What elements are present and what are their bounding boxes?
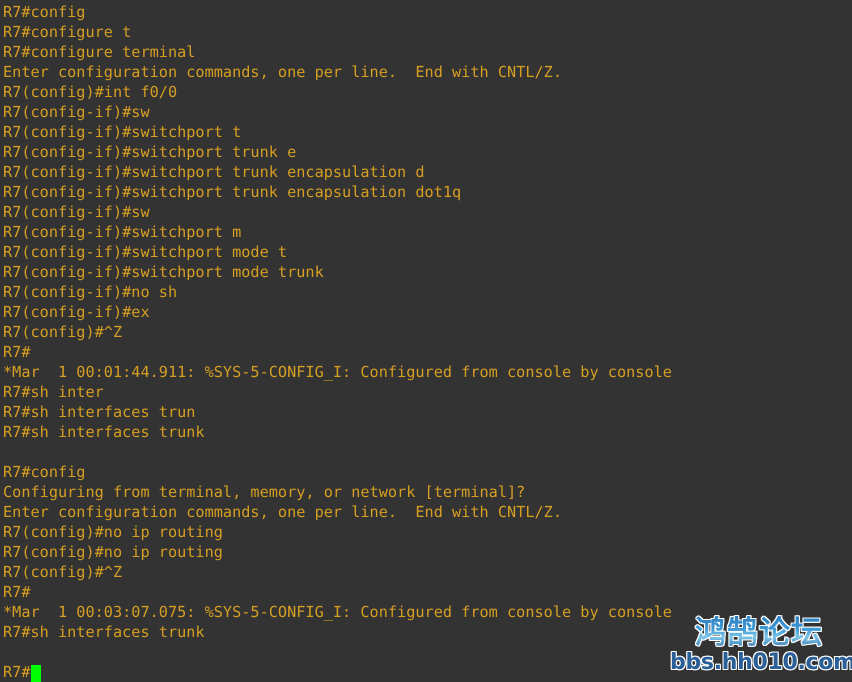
terminal-cursor	[30, 664, 41, 682]
terminal-line: R7#sh inter	[3, 383, 104, 401]
terminal-line: R7(config-if)#sw	[3, 103, 150, 121]
terminal-line: R7(config)#^Z	[3, 563, 123, 581]
terminal-line: Enter configuration commands, one per li…	[3, 503, 562, 521]
terminal-output: R7#config R7#configure t R7#configure term…	[3, 2, 852, 662]
terminal-prompt: R7#	[3, 663, 31, 681]
terminal-line: *Mar 1 00:01:44.911: %SYS-5-CONFIG_I: Co…	[3, 363, 672, 381]
terminal-line: R7(config-if)#switchport trunk e	[3, 143, 297, 161]
terminal-screen[interactable]: R7#config R7#configure t R7#configure term…	[0, 0, 852, 682]
terminal-line: R7#	[3, 343, 31, 361]
terminal-line: R7#configure terminal	[3, 43, 196, 61]
terminal-line: R7(config-if)#switchport trunk encapsula…	[3, 183, 462, 201]
terminal-line: R7(config-if)#switchport t	[3, 123, 242, 141]
terminal-line: R7(config-if)#ex	[3, 303, 150, 321]
terminal-line: R7(config)#int f0/0	[3, 83, 178, 101]
terminal-line: R7(config-if)#sw	[3, 203, 150, 221]
terminal-line: R7(config-if)#no sh	[3, 283, 178, 301]
terminal-line: R7(config-if)#switchport mode trunk	[3, 263, 324, 281]
terminal-line: R7#sh interfaces trunk	[3, 423, 205, 441]
terminal-line: R7(config-if)#switchport m	[3, 223, 242, 241]
terminal-line: R7(config-if)#switchport mode t	[3, 243, 288, 261]
terminal-line: R7#sh interfaces trun	[3, 403, 196, 421]
terminal-line: Enter configuration commands, one per li…	[3, 63, 562, 81]
terminal-line: R7(config)#no ip routing	[3, 523, 223, 541]
terminal-line: *Mar 1 00:03:07.075: %SYS-5-CONFIG_I: Co…	[3, 603, 672, 621]
terminal-line: R7#config	[3, 3, 86, 21]
terminal-line: R7(config-if)#switchport trunk encapsula…	[3, 163, 425, 181]
terminal-line: R7#configure t	[3, 23, 132, 41]
terminal-line: R7#config	[3, 463, 86, 481]
terminal-line: R7#sh interfaces trunk	[3, 623, 205, 641]
terminal-prompt-line[interactable]: R7#	[3, 662, 852, 682]
terminal-line: R7(config)#^Z	[3, 323, 123, 341]
terminal-line: R7#	[3, 583, 31, 601]
terminal-line: R7(config)#no ip routing	[3, 543, 223, 561]
terminal-line: Configuring from terminal, memory, or ne…	[3, 483, 526, 501]
